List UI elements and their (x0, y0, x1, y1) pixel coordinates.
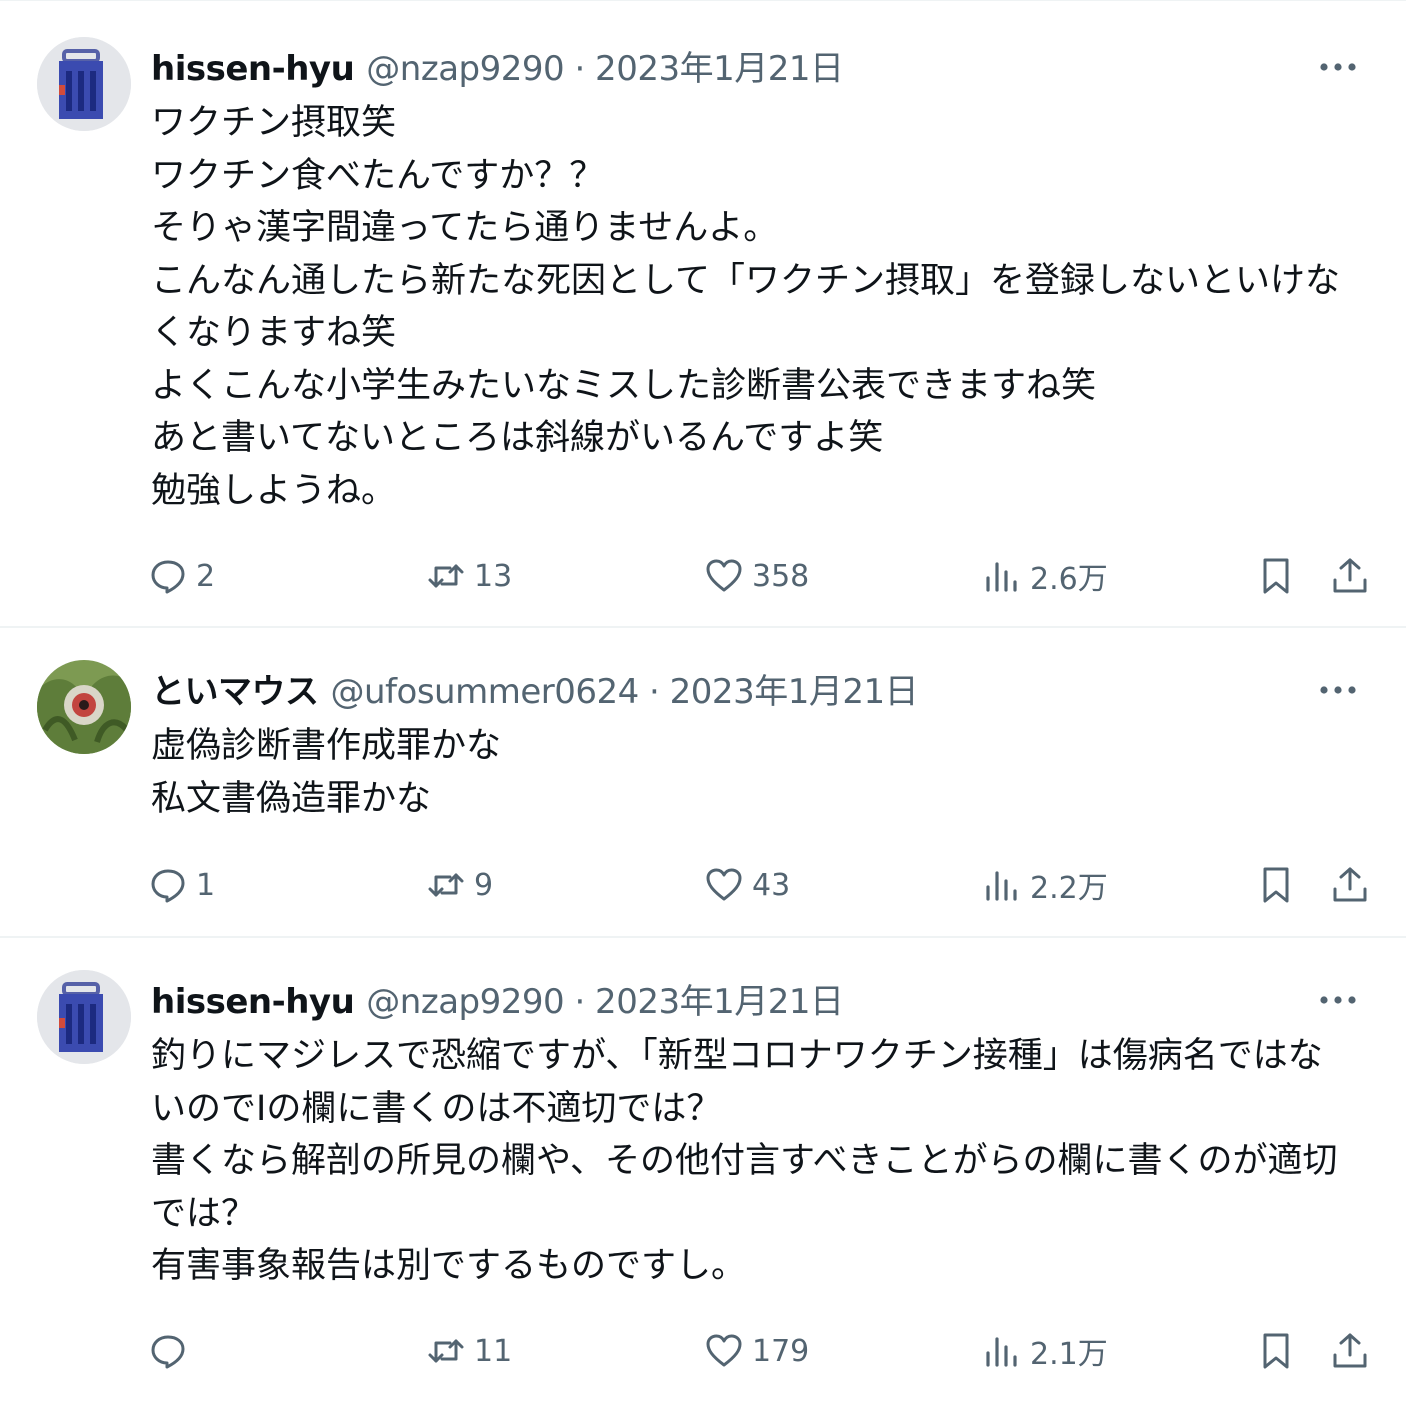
retweet-icon (428, 564, 464, 588)
action-bar: 11 179 2.1万 (148, 1326, 1368, 1376)
avatar[interactable] (37, 970, 131, 1064)
bookmark-icon (1263, 558, 1289, 594)
reply-button[interactable]: 2 (148, 551, 215, 601)
action-bar: 2 13 358 2.6万 (148, 551, 1368, 601)
like-count: 179 (752, 1333, 810, 1369)
author-name[interactable]: hissen-hyu (151, 45, 355, 93)
retweet-count: 11 (474, 1333, 513, 1369)
bookmark-button[interactable] (1256, 1326, 1296, 1376)
share-button[interactable] (1330, 860, 1370, 910)
bookmark-button[interactable] (1256, 551, 1296, 601)
author-name[interactable]: といマウス (151, 668, 319, 716)
retweet-button[interactable]: 11 (426, 1326, 512, 1376)
share-button[interactable] (1330, 551, 1370, 601)
tweet-header: hissen-hyu @nzap9290 · 2023年1月21日 (151, 978, 844, 1026)
tweet[interactable]: hissen-hyu @nzap9290 · 2023年1月21日 釣りにマジレ… (0, 938, 1406, 1406)
reply-count: 1 (196, 867, 216, 903)
bar-chart-icon (986, 871, 1017, 901)
views-button[interactable]: 2.2万 (982, 860, 1108, 910)
more-icon[interactable] (1318, 986, 1358, 1014)
retweet-button[interactable]: 9 (426, 860, 493, 910)
more-icon[interactable] (1318, 676, 1358, 704)
bar-chart-icon (986, 1337, 1017, 1367)
avatar-image (37, 37, 131, 131)
heart-icon (706, 868, 742, 901)
bar-chart-icon (986, 562, 1017, 592)
retweet-icon (428, 873, 464, 897)
avatar-image (37, 660, 131, 754)
tweet[interactable]: といマウス @ufosummer0624 · 2023年1月21日 虚偽診断書作… (0, 628, 1406, 938)
like-button[interactable]: 179 (704, 1326, 809, 1376)
tweet-header: hissen-hyu @nzap9290 · 2023年1月21日 (151, 45, 844, 93)
like-button[interactable]: 358 (704, 551, 809, 601)
view-count: 2.6万 (1030, 562, 1108, 597)
action-bar: 1 9 43 2.2万 (148, 860, 1368, 910)
views-button[interactable]: 2.6万 (982, 551, 1108, 601)
retweet-icon (428, 1339, 464, 1363)
tweet-text: ワクチン摂取笑 ワクチン食べたんですか？？ そりゃ漢字間違ってたら通りませんよ。… (151, 103, 1340, 511)
share-icon (1333, 867, 1367, 902)
avatar[interactable] (37, 660, 131, 754)
reply-button[interactable]: 1 (148, 860, 215, 910)
avatar-image (37, 970, 131, 1064)
like-count: 43 (752, 867, 791, 903)
bookmark-button[interactable] (1256, 860, 1296, 910)
reply-icon (151, 560, 185, 594)
author-handle-date[interactable]: @nzap9290 · 2023年1月21日 (366, 45, 844, 93)
heart-icon (706, 559, 742, 592)
retweet-button[interactable]: 13 (426, 551, 512, 601)
like-button[interactable]: 43 (704, 860, 790, 910)
reply-icon (151, 869, 185, 903)
tweet-text: 釣りにマジレスで恐縮ですが、「新型コロナワクチン接種」は傷病名ではな いのでⅠの… (151, 1036, 1338, 1286)
reply-button[interactable] (148, 1326, 196, 1376)
tweet-text: 虚偽診断書作成罪かな 私文書偽造罪かな (151, 726, 502, 819)
retweet-count: 13 (474, 558, 513, 594)
view-count: 2.2万 (1030, 871, 1108, 906)
views-button[interactable]: 2.1万 (982, 1326, 1108, 1376)
bookmark-icon (1263, 867, 1289, 903)
bookmark-icon (1263, 1333, 1289, 1369)
view-count: 2.1万 (1030, 1337, 1108, 1372)
like-count: 358 (752, 558, 810, 594)
share-icon (1333, 558, 1367, 593)
reply-icon (151, 1335, 185, 1369)
author-name[interactable]: hissen-hyu (151, 978, 355, 1026)
more-icon[interactable] (1318, 53, 1358, 81)
retweet-count: 9 (474, 867, 494, 903)
author-handle-date[interactable]: @nzap9290 · 2023年1月21日 (366, 978, 844, 1026)
author-handle-date[interactable]: @ufosummer0624 · 2023年1月21日 (331, 668, 919, 716)
tweet-header: といマウス @ufosummer0624 · 2023年1月21日 (151, 668, 919, 716)
tweet[interactable]: hissen-hyu @nzap9290 · 2023年1月21日 ワクチン摂取… (0, 5, 1406, 628)
share-button[interactable] (1330, 1326, 1370, 1376)
avatar[interactable] (37, 37, 131, 131)
share-icon (1333, 1333, 1367, 1368)
reply-count: 2 (196, 558, 216, 594)
heart-icon (706, 1334, 742, 1367)
